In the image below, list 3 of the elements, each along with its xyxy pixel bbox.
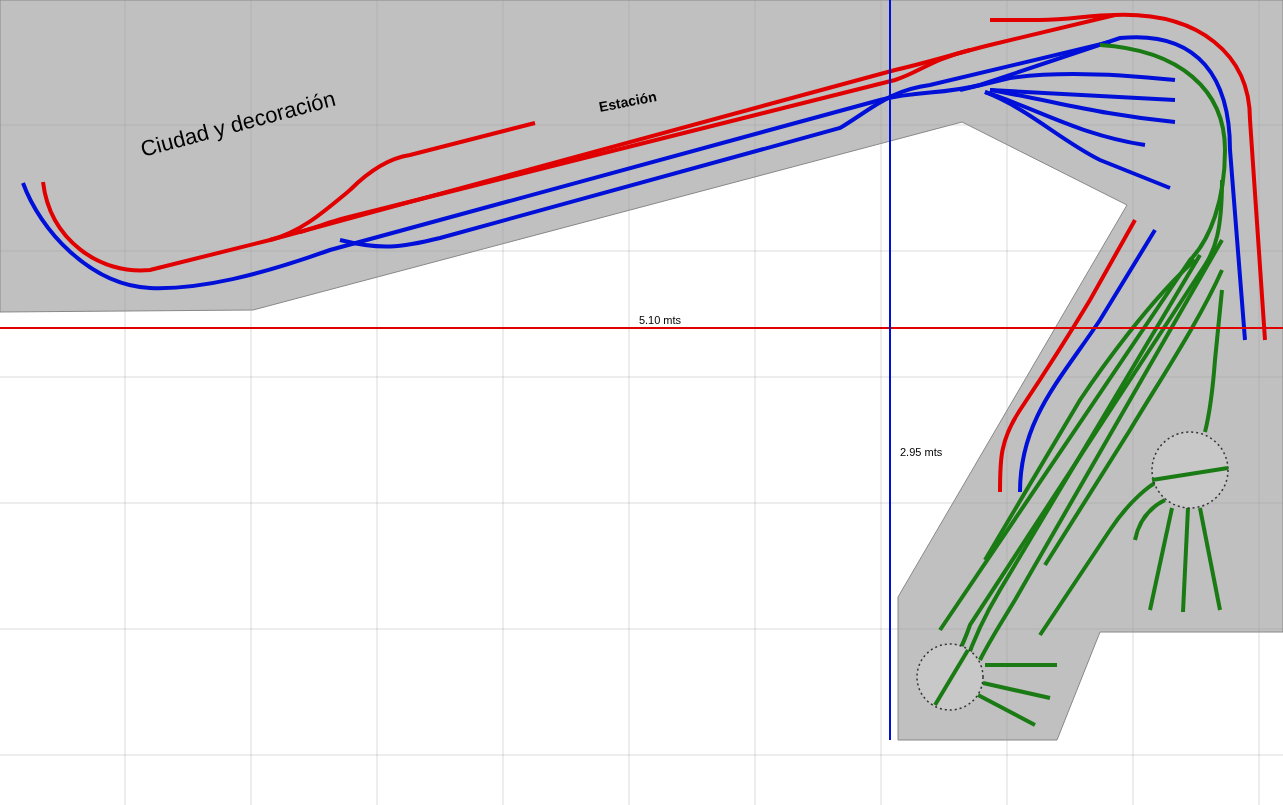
area-label: Estación (597, 88, 658, 115)
dimension-label: 5.10 mts (638, 314, 682, 326)
dimension-label: 2.95 mts (900, 446, 943, 458)
